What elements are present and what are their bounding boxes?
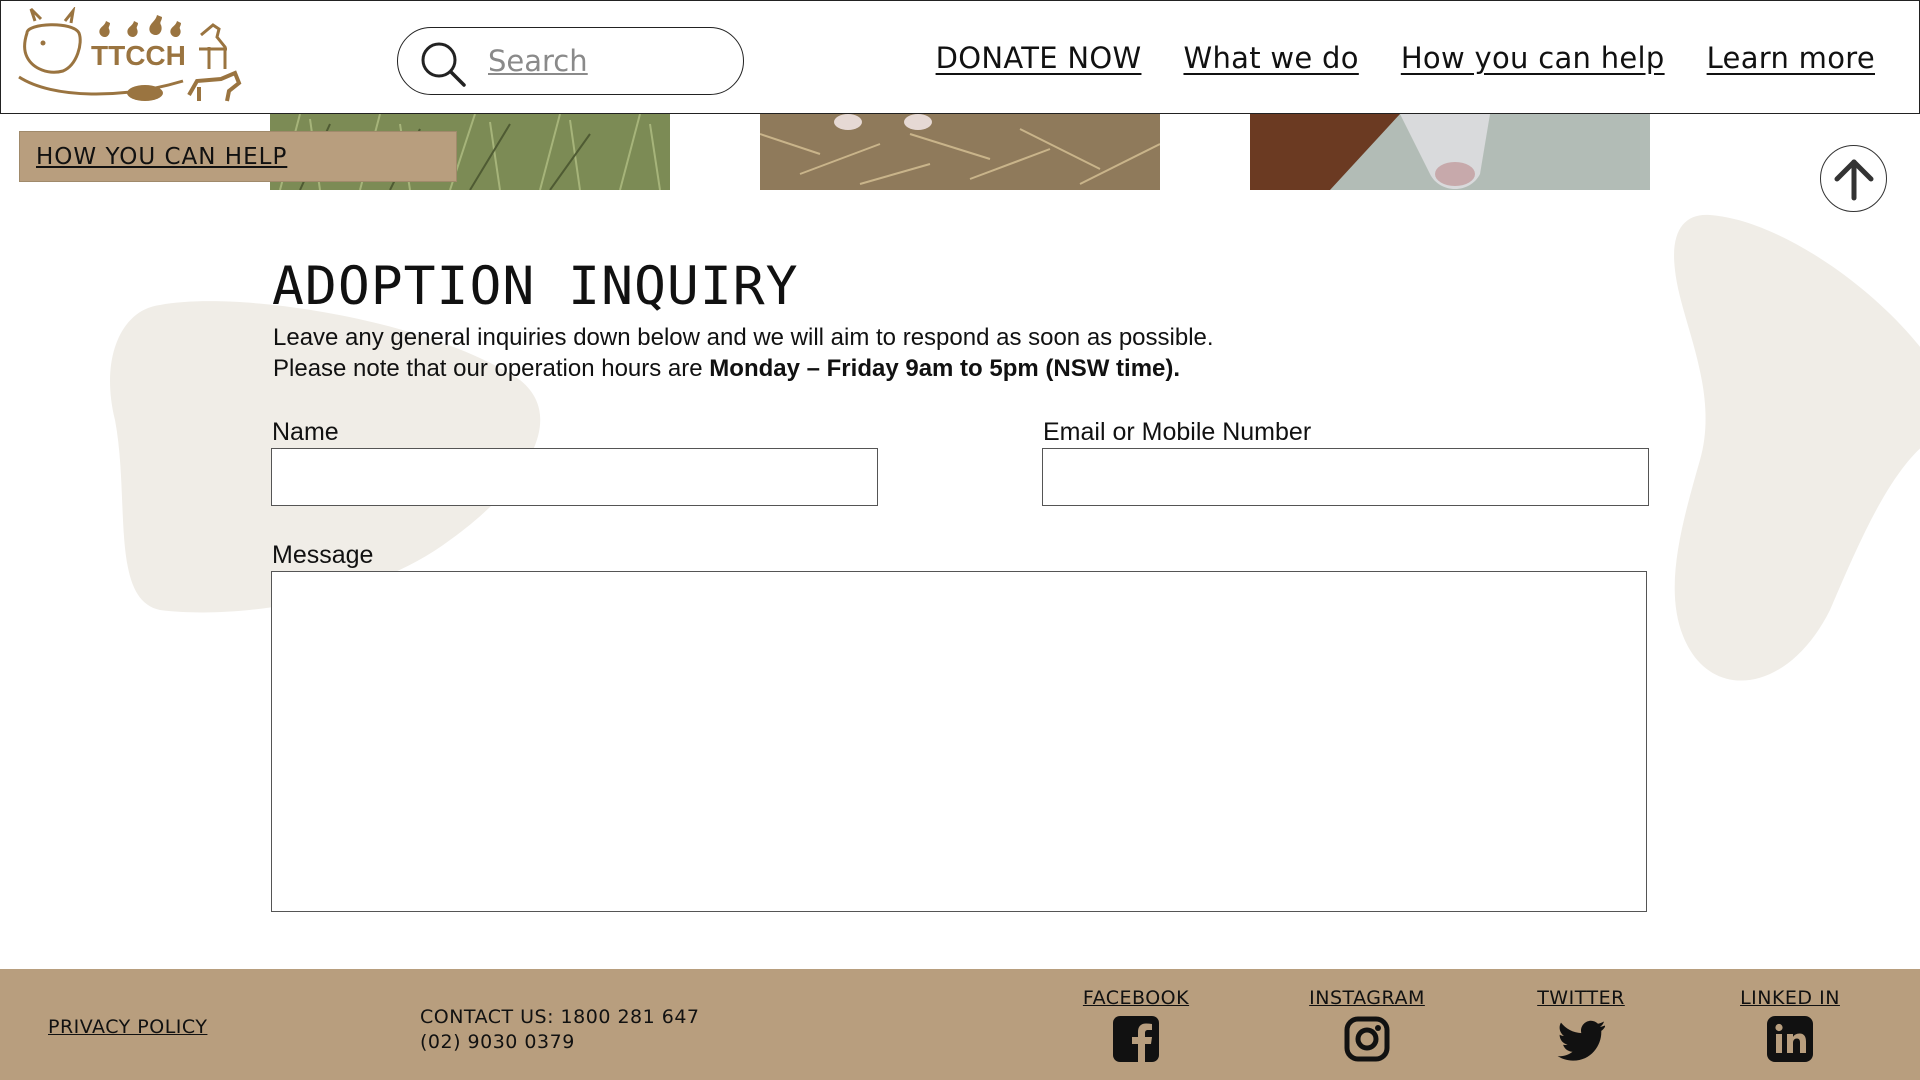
section-tag-how-you-can-help[interactable]: HOW YOU CAN HELP — [19, 131, 457, 182]
section-tag-label[interactable]: HOW YOU CAN HELP — [36, 144, 287, 170]
facebook-icon[interactable] — [1112, 1015, 1160, 1063]
linkedin-link[interactable]: LINKED IN — [1735, 987, 1845, 1009]
arrow-up-icon — [1834, 159, 1873, 200]
photo-straw — [760, 114, 1160, 190]
intro-text: Leave any general inquiries down below a… — [273, 322, 1214, 384]
instagram-link[interactable]: INSTAGRAM — [1305, 987, 1429, 1009]
message-field[interactable] — [271, 571, 1647, 912]
contact-label: Email or Mobile Number — [1043, 418, 1312, 446]
background-blob-right — [1674, 214, 1920, 681]
social-twitter: TWITTER — [1527, 987, 1635, 1067]
main-nav: DONATE NOW What we do How you can help L… — [936, 41, 1875, 75]
search-input[interactable] — [488, 42, 718, 80]
contact-phone-1: CONTACT US: 1800 281 647 — [420, 1006, 700, 1028]
contact-phone-2: (02) 9030 0379 — [420, 1031, 575, 1053]
social-linkedin: LINKED IN — [1735, 987, 1845, 1067]
logo-text: TTCCH — [91, 40, 186, 71]
page-title: ADOPTION INQUIRY — [272, 256, 799, 317]
photo-horse — [1250, 114, 1650, 190]
search-icon[interactable] — [418, 39, 468, 89]
twitter-link[interactable]: TWITTER — [1527, 987, 1635, 1009]
instagram-icon[interactable] — [1343, 1015, 1391, 1063]
contact-info: CONTACT US: 1800 281 647 (02) 9030 0379 — [420, 1005, 700, 1055]
ttcch-logo[interactable]: TTCCH — [13, 7, 245, 107]
linkedin-icon[interactable] — [1766, 1015, 1814, 1063]
email-or-mobile-field[interactable] — [1042, 448, 1649, 506]
site-header: TTCCH DONATE NOW What we do How you can … — [0, 0, 1920, 114]
message-label: Message — [272, 541, 374, 569]
twitter-icon[interactable] — [1557, 1015, 1606, 1063]
privacy-policy-link[interactable]: PRIVACY POLICY — [48, 1016, 207, 1038]
intro-line-2: Please note that our operation hours are… — [273, 355, 1181, 382]
social-instagram: INSTAGRAM — [1305, 987, 1429, 1067]
back-to-top-button[interactable] — [1820, 145, 1887, 212]
intro-line-1: Leave any general inquiries down below a… — [273, 324, 1214, 351]
nav-what-we-do[interactable]: What we do — [1183, 41, 1358, 75]
nav-how-you-can-help[interactable]: How you can help — [1401, 41, 1665, 75]
name-field[interactable] — [271, 448, 878, 506]
nav-learn-more[interactable]: Learn more — [1707, 41, 1875, 75]
nav-donate-now[interactable]: DONATE NOW — [936, 41, 1142, 75]
facebook-link[interactable]: FACEBOOK — [1076, 987, 1196, 1009]
social-facebook: FACEBOOK — [1076, 987, 1196, 1067]
name-label: Name — [272, 418, 339, 446]
search-box[interactable] — [397, 27, 744, 95]
operation-hours: Monday – Friday 9am to 5pm (NSW time). — [709, 355, 1181, 382]
site-footer: PRIVACY POLICY CONTACT US: 1800 281 647 … — [0, 969, 1920, 1080]
